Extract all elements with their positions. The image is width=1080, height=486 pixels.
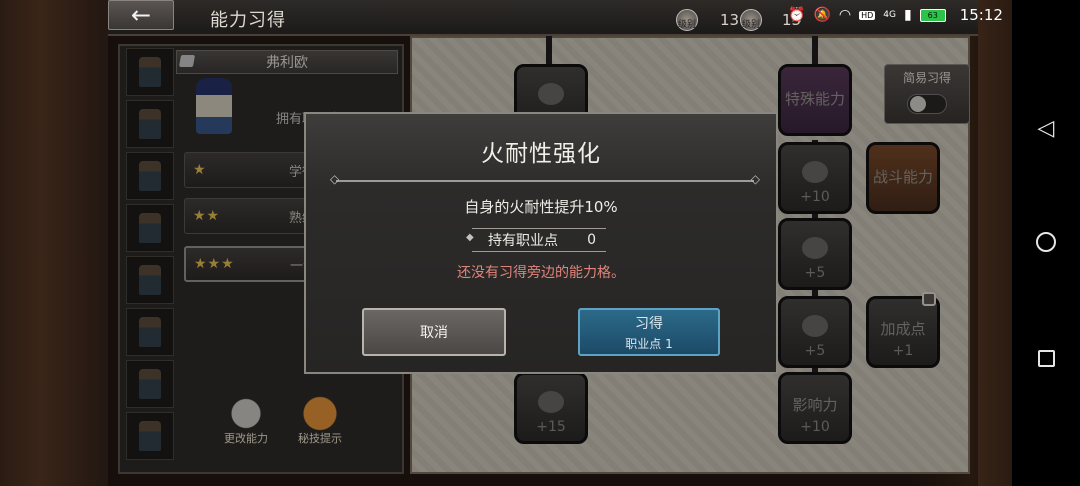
back-button[interactable]: ←: [108, 0, 174, 30]
mute-icon: 🔕: [813, 7, 831, 23]
page-title: 能力习得: [210, 10, 286, 31]
clock: 15:12: [959, 6, 1003, 24]
wifi-icon: ◠: [838, 7, 852, 23]
nav-home-icon[interactable]: [1032, 228, 1060, 256]
status-bar: ⏰ 🔕 ◠ HD 4G ▮ 63 15:12: [788, 4, 1012, 26]
home-circle: [1036, 232, 1056, 252]
navigation-bar: ◁: [1012, 0, 1080, 486]
ability-description: 自身的火耐性提升10%: [464, 198, 618, 216]
ability-dialog: 火耐性强化 自身的火耐性提升10% 持有职业点 0 还没有习得旁边的能力格。 取…: [304, 112, 778, 374]
hd-badge: HD: [859, 10, 876, 20]
level-value: 13: [720, 11, 740, 29]
signal-icon: ▮: [903, 7, 912, 23]
points-label: 持有职业点: [488, 233, 558, 249]
learn-label: 习得: [635, 315, 663, 332]
points-value: 0: [587, 232, 596, 248]
cancel-button[interactable]: 取消: [362, 308, 506, 356]
learn-cost: 职业点 1: [625, 336, 673, 351]
back-triangle: ◁: [1037, 115, 1055, 141]
battery-level: 63: [919, 8, 946, 22]
recent-square: [1037, 349, 1055, 367]
owned-points-box: 持有职业点 0: [466, 228, 606, 252]
divider: [330, 172, 760, 186]
alarm-icon: ⏰: [788, 7, 806, 23]
level-icon: 级别: [676, 9, 698, 31]
warning-text: 还没有习得旁边的能力格。: [457, 265, 625, 281]
cancel-label: 取消: [420, 325, 448, 341]
dialog-title: 火耐性强化: [481, 141, 601, 167]
nav-recent-icon[interactable]: [1032, 344, 1060, 372]
level-icon: 级别: [740, 9, 762, 31]
battery-icon: 63: [919, 8, 946, 22]
nav-back-icon[interactable]: ◁: [1032, 114, 1060, 142]
level-chip-left: 级别 13: [676, 8, 739, 32]
network-label: 4G: [883, 10, 896, 20]
back-arrow-icon: ←: [130, 1, 152, 29]
learn-button[interactable]: 习得 职业点 1: [578, 308, 720, 356]
